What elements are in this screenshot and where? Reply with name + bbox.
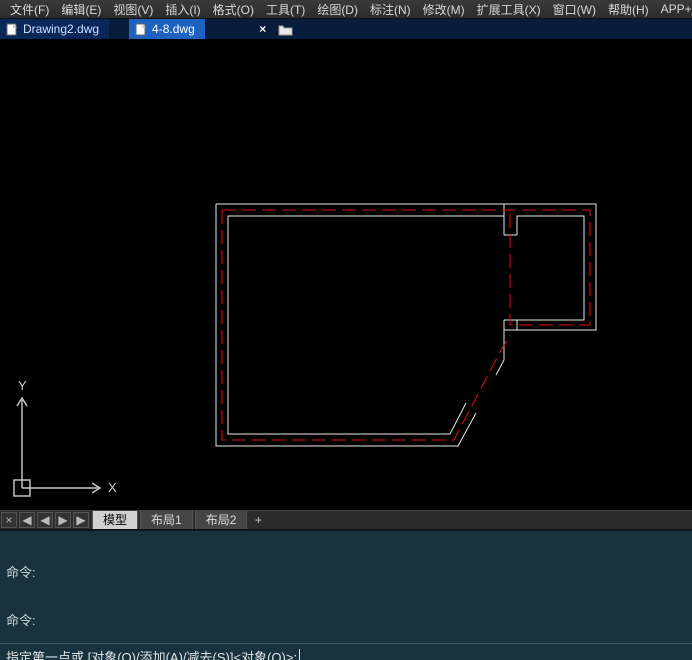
- document-tab-close-button[interactable]: ×: [255, 22, 271, 36]
- text-cursor: [299, 649, 300, 660]
- document-tab-label: Drawing2.dwg: [23, 22, 99, 36]
- close-command-window-button[interactable]: ×: [1, 512, 17, 528]
- menu-dim[interactable]: 标注(N): [364, 0, 417, 19]
- menu-insert[interactable]: 插入(I): [159, 0, 206, 19]
- document-tab-active[interactable]: 4-8.dwg: [129, 19, 205, 39]
- command-prompt: 指定第一点或 [对象(O)/添加(A)/减去(S)]<对象(O)>:: [6, 647, 297, 660]
- open-file-button[interactable]: [275, 20, 297, 38]
- menu-edit[interactable]: 编辑(E): [55, 0, 107, 19]
- command-history-line: 命令:: [6, 565, 686, 581]
- layout-tab-layout2[interactable]: 布局2: [195, 511, 248, 529]
- document-tab-bar: Drawing2.dwg 4-8.dwg ×: [0, 19, 692, 40]
- menu-bar: 文件(F) 编辑(E) 视图(V) 插入(I) 格式(O) 工具(T) 绘图(D…: [0, 0, 692, 19]
- layout-nav-last[interactable]: ▶: [73, 512, 89, 528]
- document-tab-label: 4-8.dwg: [152, 22, 195, 36]
- menu-format[interactable]: 格式(O): [207, 0, 260, 19]
- command-input[interactable]: 指定第一点或 [对象(O)/添加(A)/减去(S)]<对象(O)>:: [0, 643, 692, 660]
- menu-help[interactable]: 帮助(H): [602, 0, 655, 19]
- layout-tab-add-button[interactable]: +: [251, 513, 265, 527]
- command-history-line: 命令:: [6, 613, 686, 629]
- layout-nav-next[interactable]: ▶: [55, 512, 71, 528]
- menu-app[interactable]: APP+: [655, 1, 692, 17]
- menu-window[interactable]: 窗口(W): [547, 0, 602, 19]
- ucs-x-label: X: [108, 480, 117, 495]
- folder-open-icon: [278, 23, 294, 36]
- menu-tools[interactable]: 工具(T): [260, 0, 311, 19]
- menu-view[interactable]: 视图(V): [107, 0, 159, 19]
- command-history[interactable]: 命令: 命令: 命令: AREA 指定第一点或 [对象(O)/添加(A)/减去(…: [0, 530, 692, 643]
- layout-tab-layout1[interactable]: 布局1: [140, 511, 193, 529]
- layout-nav-first[interactable]: ◀: [19, 512, 35, 528]
- layout-nav-prev[interactable]: ◀: [37, 512, 53, 528]
- drawing-area[interactable]: X Y: [0, 40, 692, 510]
- document-tab-inactive[interactable]: Drawing2.dwg: [0, 19, 109, 39]
- menu-modify[interactable]: 修改(M): [417, 0, 471, 19]
- dwg-file-icon: [135, 23, 148, 36]
- menu-draw[interactable]: 绘图(D): [311, 0, 364, 19]
- ucs-y-label: Y: [18, 378, 27, 393]
- menu-express[interactable]: 扩展工具(X): [471, 0, 547, 19]
- dwg-file-icon: [6, 23, 19, 36]
- menu-file[interactable]: 文件(F): [4, 0, 55, 19]
- layout-tab-model[interactable]: 模型: [92, 511, 138, 529]
- ucs-icon: X Y: [8, 372, 118, 502]
- layout-tab-bar: × ◀ ◀ ▶ ▶ 模型 布局1 布局2 +: [0, 510, 692, 530]
